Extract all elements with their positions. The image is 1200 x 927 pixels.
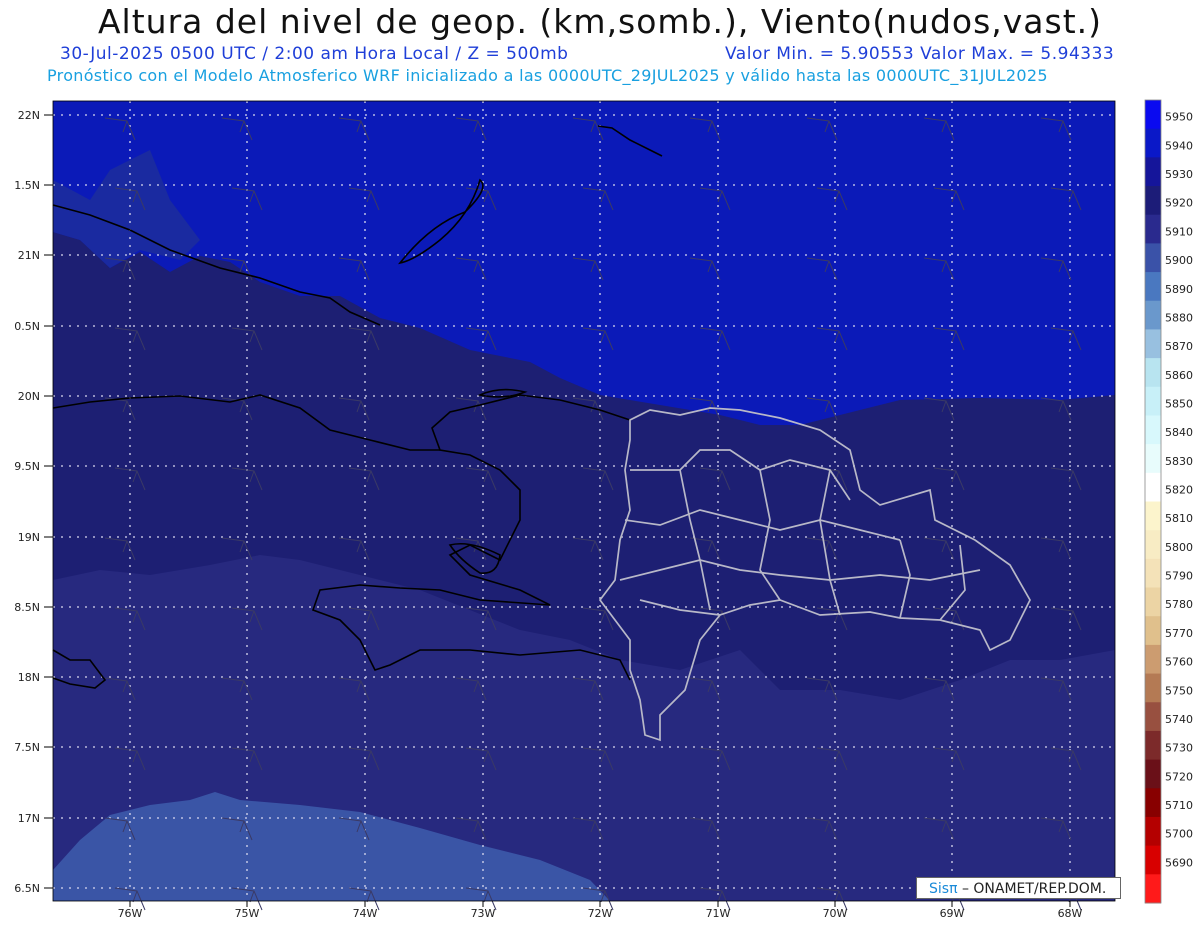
colorbar-label: 5860 [1165, 369, 1193, 382]
colorbar-label: 5870 [1165, 340, 1193, 353]
colorbar-label: 5820 [1165, 484, 1193, 497]
lon-label: 71W [706, 907, 731, 920]
colorbar-label: 5810 [1165, 512, 1193, 525]
colorbar-swatch [1145, 845, 1161, 875]
lon-label: 72W [588, 907, 613, 920]
colorbar-swatch [1145, 616, 1161, 646]
colorbar-swatch [1145, 644, 1161, 675]
colorbar-swatch [1145, 329, 1161, 359]
colorbar-swatch [1145, 702, 1161, 732]
colorbar-swatch [1145, 730, 1161, 761]
lat-label: 20N [18, 390, 40, 403]
colorbar-swatch [1145, 587, 1161, 617]
lon-label: 76W [118, 907, 143, 920]
colorbar-swatch [1145, 358, 1161, 388]
lat-label: 18N [18, 671, 40, 684]
geopotential-map: 22N 1.5N 21N 0.5N 20N 9.5N 19N 8.5N 18N 7.5N 17N 6.… [14, 99, 1193, 920]
lon-label: 74W [353, 907, 378, 920]
colorbar-label: 5780 [1165, 598, 1193, 611]
lat-label: 7.5N [14, 741, 40, 754]
lat-label: 8.5N [14, 601, 40, 614]
colorbar-swatch [1145, 673, 1161, 703]
lat-label: 6.5N [14, 882, 40, 895]
colorbar-label: 5720 [1165, 770, 1193, 783]
colorbar-label: 5700 [1165, 828, 1193, 841]
colorbar-swatch [1145, 759, 1161, 789]
colorbar-swatch [1145, 243, 1161, 273]
lat-label: 9.5N [14, 460, 40, 473]
colorbar-swatch [1145, 558, 1161, 589]
latitude-labels: 22N 1.5N 21N 0.5N 20N 9.5N 19N 8.5N 18N 7.5N 17N 6.… [14, 109, 53, 895]
colorbar-swatch [1145, 386, 1161, 416]
colorbar-label: 5690 [1165, 856, 1193, 869]
sispi-logo: Sisπ [929, 881, 958, 897]
colorbar-swatch [1145, 874, 1161, 904]
lat-label: 21N [18, 249, 40, 262]
lon-label: 70W [823, 907, 848, 920]
colorbar-label: 5950 [1165, 111, 1193, 124]
colorbar-label: 5800 [1165, 541, 1193, 554]
colorbar-label: 5730 [1165, 742, 1193, 755]
colorbar-label: 5910 [1165, 225, 1193, 238]
colorbar-swatch [1145, 816, 1161, 847]
lat-label: 0.5N [14, 320, 40, 333]
lon-label: 68W [1058, 907, 1083, 920]
lat-label: 22N [18, 109, 40, 122]
shaded-field [53, 101, 1115, 901]
colorbar-swatch [1145, 472, 1161, 502]
colorbar-label: 5940 [1165, 139, 1193, 152]
longitude-labels: 76W 75W 74W 73W 72W 71W 70W 69W 68W [118, 901, 1083, 920]
credit-box: Sisπ – ONAMET/REP.DOM. [916, 877, 1121, 899]
colorbar-swatch [1145, 157, 1161, 187]
colorbar-label: 5740 [1165, 713, 1193, 726]
colorbar-swatch [1145, 128, 1161, 158]
colorbar-swatch [1145, 501, 1161, 531]
lon-label: 73W [471, 907, 496, 920]
colorbar-label: 5770 [1165, 627, 1193, 640]
colorbar-label: 5930 [1165, 168, 1193, 181]
colorbar-swatch [1145, 300, 1161, 330]
colorbar-label: 5880 [1165, 311, 1193, 324]
colorbar-label: 5840 [1165, 426, 1193, 439]
colorbar-swatch [1145, 214, 1161, 244]
colorbar-label: 5750 [1165, 684, 1193, 697]
colorbar-label: 5850 [1165, 398, 1193, 411]
colorbar-label: 5830 [1165, 455, 1193, 468]
colorbar-swatch [1145, 530, 1161, 560]
colorbar-swatch [1145, 272, 1161, 302]
colorbar-swatch [1145, 444, 1161, 474]
lon-label: 75W [235, 907, 260, 920]
colorbar-label: 5760 [1165, 656, 1193, 669]
colorbar-label: 5920 [1165, 197, 1193, 210]
colorbar: 5950 5940 5930 5920 5910 5900 5890 5880 5870 5860… [1144, 99, 1193, 904]
colorbar-swatch [1145, 415, 1161, 445]
lon-label: 69W [940, 907, 965, 920]
colorbar-label: 5890 [1165, 283, 1193, 296]
lat-label: 1.5N [14, 179, 40, 192]
lat-label: 17N [18, 812, 40, 825]
colorbar-label: 5710 [1165, 799, 1193, 812]
colorbar-swatch [1145, 100, 1161, 130]
colorbar-swatch [1145, 788, 1161, 818]
colorbar-swatch [1145, 186, 1161, 216]
credit-text: – ONAMET/REP.DOM. [957, 881, 1107, 897]
colorbar-label: 5900 [1165, 254, 1193, 267]
colorbar-label: 5790 [1165, 570, 1193, 583]
lat-label: 19N [18, 531, 40, 544]
